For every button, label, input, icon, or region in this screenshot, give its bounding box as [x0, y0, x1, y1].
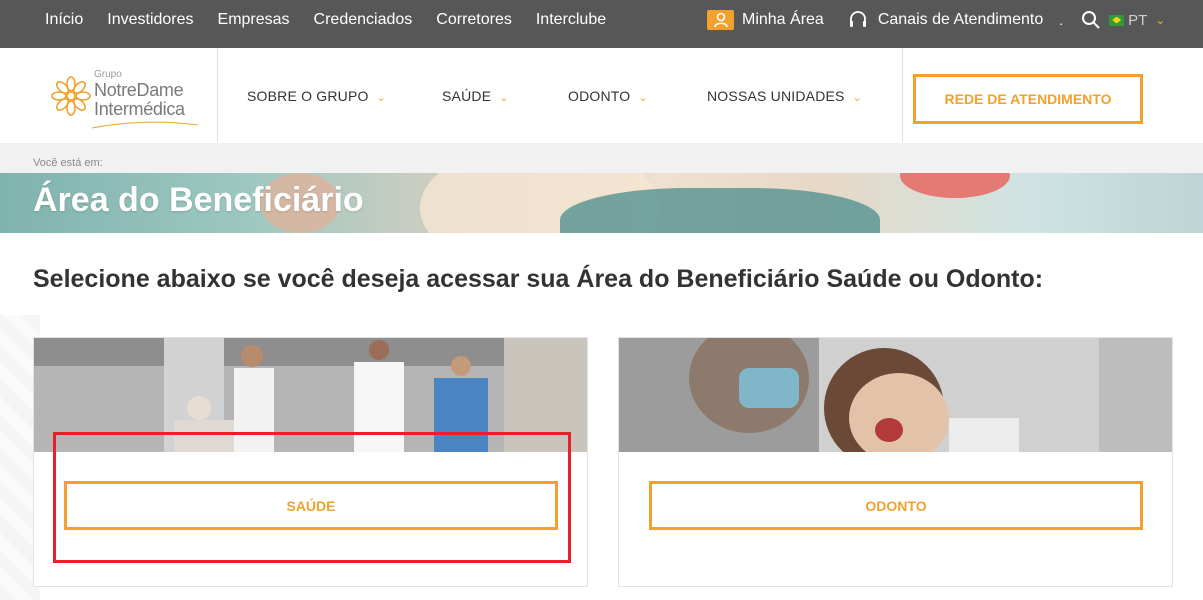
top-link-credenciados[interactable]: Credenciados: [314, 11, 413, 29]
nav-nossas-unidades[interactable]: NOSSAS UNIDADES ⌄: [707, 88, 862, 104]
nav-odonto[interactable]: ODONTO ⌄: [568, 88, 648, 104]
chevron-down-icon: ⌄: [1155, 13, 1166, 27]
header-divider: [902, 48, 903, 143]
nav-label: NOSSAS UNIDADES: [707, 88, 845, 104]
nav-label: SAÚDE: [442, 88, 492, 104]
rede-atendimento-button[interactable]: REDE DE ATENDIMENTO: [913, 74, 1143, 124]
page-title: Área do Beneficiário: [33, 181, 364, 219]
chevron-down-icon: ⌄: [499, 92, 509, 104]
search-icon[interactable]: [1081, 10, 1101, 30]
chevron-down-icon: ⌄: [376, 92, 387, 104]
hero-decoration: [560, 188, 880, 233]
odonto-card: ODONTO: [618, 337, 1173, 587]
separator-dot: .: [1059, 12, 1064, 28]
top-right-tools: Minha Área Canais de Atendimento . PT ⌄: [707, 0, 1165, 40]
nav-saude[interactable]: SAÚDE ⌄: [442, 88, 509, 104]
hero-banner: Área do Beneficiário: [0, 173, 1203, 233]
language-selector[interactable]: PT ⌄: [1109, 12, 1165, 29]
headset-icon[interactable]: [848, 10, 868, 30]
top-link-investidores[interactable]: Investidores: [107, 11, 193, 29]
nav-label: SOBRE O GRUPO: [247, 88, 369, 104]
top-link-corretores[interactable]: Corretores: [436, 11, 512, 29]
top-nav: Início Investidores Empresas Credenciado…: [33, 0, 618, 40]
breadcrumb-bar: [0, 143, 1203, 173]
user-icon[interactable]: [707, 10, 734, 30]
brazil-flag-icon: [1109, 14, 1125, 26]
minha-area-link[interactable]: Minha Área: [742, 11, 824, 29]
top-link-interclube[interactable]: Interclube: [536, 11, 606, 29]
main-header: Grupo NotreDame Intermédica SOBRE O GRUP…: [0, 48, 1203, 143]
chevron-down-icon: ⌄: [638, 92, 648, 104]
dentist-scene-image: [619, 338, 1172, 452]
odonto-card-image: [619, 338, 1172, 452]
section-heading: Selecione abaixo se você deseja acessar …: [33, 265, 1044, 293]
nav-label: ODONTO: [568, 88, 631, 104]
language-code: PT: [1128, 11, 1148, 29]
breadcrumb: Você está em:: [33, 157, 103, 169]
canais-atendimento-link[interactable]: Canais de Atendimento: [878, 11, 1043, 29]
nav-sobre-o-grupo[interactable]: SOBRE O GRUPO ⌄: [247, 88, 386, 104]
top-bar: Início Investidores Empresas Credenciado…: [0, 0, 1203, 48]
top-link-inicio[interactable]: Início: [45, 11, 83, 29]
highlight-box: [53, 432, 571, 563]
top-link-empresas[interactable]: Empresas: [218, 11, 290, 29]
odonto-button[interactable]: ODONTO: [649, 481, 1143, 530]
chevron-down-icon: ⌄: [852, 92, 863, 104]
hero-decoration: [900, 173, 1010, 198]
